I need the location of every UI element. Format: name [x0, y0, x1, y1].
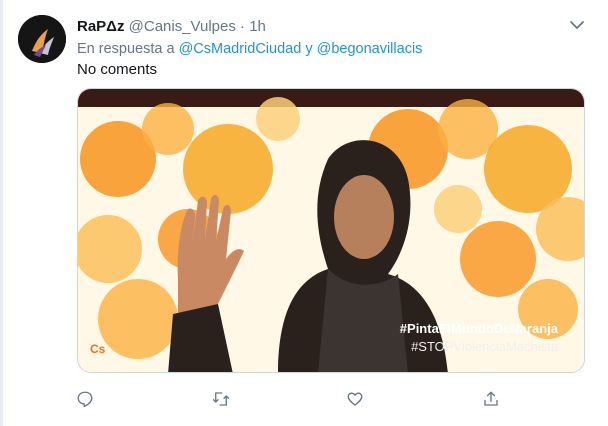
retweet-icon — [212, 392, 230, 406]
media-hashtag-primary: #PintaElMundoDeNaranja — [399, 321, 558, 336]
reply-conjunction: y — [305, 41, 313, 57]
like-button[interactable] — [342, 386, 368, 412]
reply-context: En respuesta a @CsMadridCiudad y @begona… — [77, 40, 422, 58]
retweet-button[interactable] — [208, 386, 234, 412]
party-logo: Cs — [90, 342, 106, 356]
avatar[interactable] — [18, 15, 66, 63]
reply-button[interactable] — [72, 386, 98, 412]
tweet-card[interactable]: RaPΔz @Canis_Vulpes · 1h En respuesta a … — [0, 0, 608, 426]
share-button[interactable] — [478, 386, 504, 412]
tweet-header: RaPΔz @Canis_Vulpes · 1h — [77, 18, 266, 36]
tweet-text: No coments — [77, 61, 158, 78]
media-hashtag-secondary: #STOPViolenciaMachista — [411, 339, 558, 354]
heart-icon — [347, 392, 363, 406]
display-name[interactable]: RaPΔz — [77, 18, 124, 35]
reply-icon — [77, 391, 93, 408]
tweet-actions-bar — [0, 386, 608, 412]
reply-prefix: En respuesta a — [77, 41, 175, 57]
tweet-media-image[interactable]: Cs #PintaElMundoDeNaranja #STOPViolencia… — [77, 88, 585, 373]
timeline-divider — [0, 0, 3, 426]
chevron-down-icon[interactable] — [568, 16, 586, 34]
mention-link-cs-madrid[interactable]: @CsMadridCiudad — [179, 41, 302, 57]
separator-dot: · — [240, 18, 246, 35]
share-icon — [484, 391, 498, 406]
avatar-image — [18, 15, 66, 63]
mention-link-begonavillacis[interactable]: @begonavillacis — [317, 41, 423, 57]
timestamp[interactable]: 1h — [249, 18, 266, 35]
user-handle[interactable]: @Canis_Vulpes — [129, 18, 236, 35]
